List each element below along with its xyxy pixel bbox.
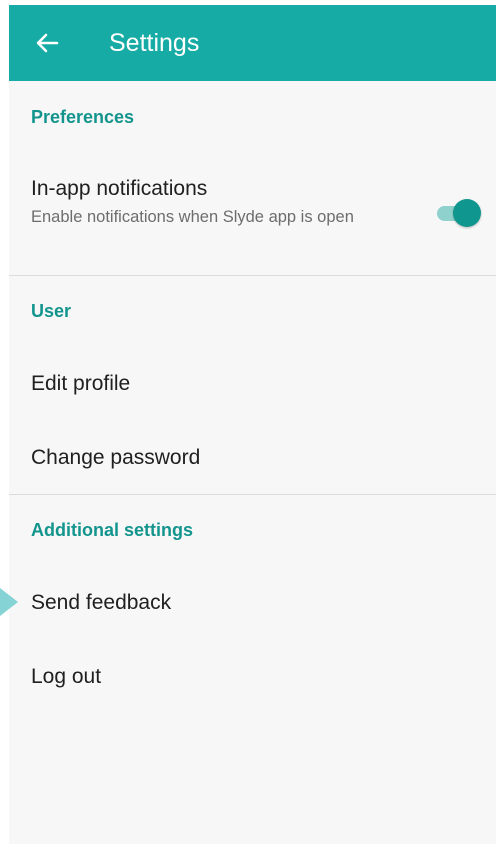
app-bar: Settings: [9, 5, 496, 81]
page-title: Settings: [109, 29, 200, 57]
log-out-label: Log out: [31, 665, 102, 688]
divider: [9, 494, 496, 495]
section-header-preferences: Preferences: [31, 107, 135, 127]
pointer-arrow-icon: [0, 588, 18, 616]
divider: [9, 275, 496, 276]
arrow-left-icon: [36, 33, 59, 53]
notifications-toggle[interactable]: [433, 198, 481, 228]
send-feedback-label: Send feedback: [31, 591, 172, 614]
in-app-notifications-row[interactable]: In-app notifications Enable notification…: [9, 170, 496, 275]
toggle-thumb: [453, 199, 481, 227]
in-app-notifications-title: In-app notifications: [31, 177, 208, 200]
edit-profile-row[interactable]: Edit profile: [9, 353, 496, 415]
section-header-additional-settings: Additional settings: [31, 520, 193, 540]
section-header-user: User: [31, 301, 72, 321]
back-button[interactable]: [31, 27, 63, 59]
in-app-notifications-subtitle: Enable notifications when Slyde app is o…: [31, 208, 354, 226]
change-password-label: Change password: [31, 446, 201, 469]
send-feedback-row[interactable]: Send feedback: [9, 572, 496, 634]
edit-profile-label: Edit profile: [31, 372, 131, 395]
log-out-row[interactable]: Log out: [9, 647, 496, 709]
change-password-row[interactable]: Change password: [9, 427, 496, 489]
settings-screen: Settings Preferences In-app notification…: [9, 5, 496, 844]
